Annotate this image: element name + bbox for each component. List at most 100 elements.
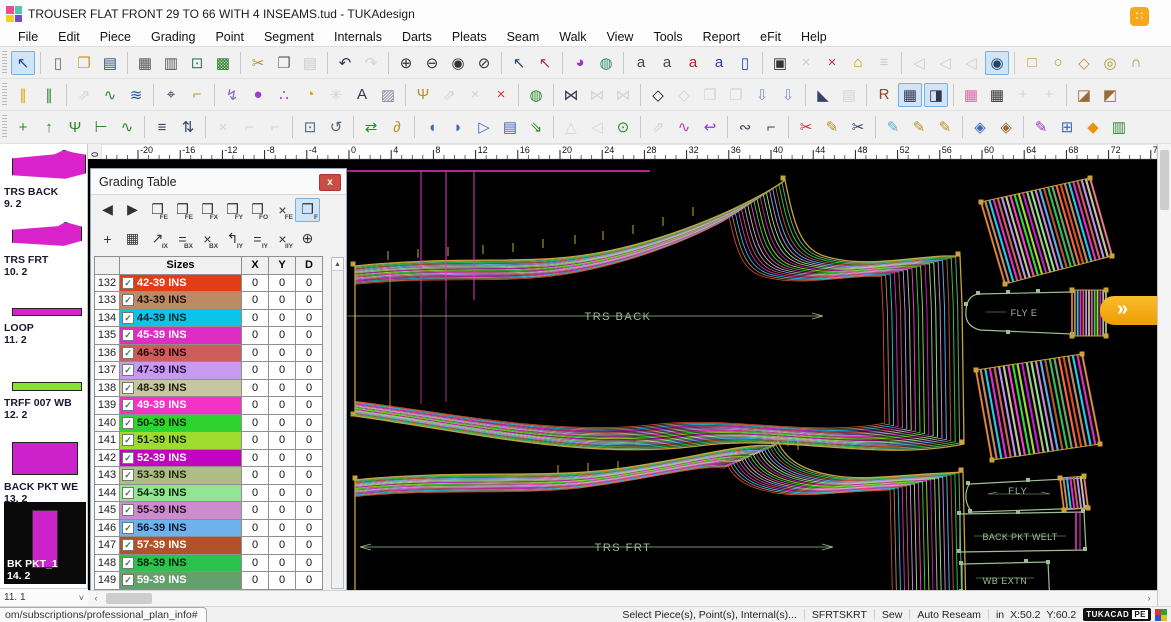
grading-row-148[interactable]: 148✓58-39 INS000 <box>95 554 323 572</box>
menu-walk[interactable]: Walk <box>549 30 596 44</box>
grade-d[interactable]: 0 <box>296 432 323 450</box>
grade-rule-icon[interactable]: R <box>872 83 896 107</box>
piece-thumbnail[interactable] <box>12 382 82 391</box>
grade-x[interactable]: 0 <box>242 327 269 345</box>
point-props-icon[interactable]: ≡ <box>150 115 174 139</box>
grading-row-144[interactable]: 144✓54-39 INS000 <box>95 484 323 502</box>
kite-black-icon[interactable]: ◇ <box>646 83 670 107</box>
size-checkbox[interactable]: ✓ <box>122 539 134 551</box>
piece-3d-icon[interactable]: ◍ <box>594 51 618 75</box>
grading-row-135[interactable]: 135✓45-39 INS000 <box>95 327 323 345</box>
grading-row-133[interactable]: 133✓43-39 INS000 <box>95 292 323 310</box>
move-point-xy-icon[interactable]: + <box>95 227 120 251</box>
scroll-left-icon[interactable]: ‹ <box>88 591 104 606</box>
size-checkbox[interactable]: ✓ <box>122 504 134 516</box>
grade-d[interactable]: 0 <box>296 467 323 485</box>
cut-icon[interactable]: ✂ <box>246 51 270 75</box>
grading-row-134[interactable]: 134✓44-39 INS000 <box>95 309 323 327</box>
row-number[interactable]: 133 <box>95 292 120 310</box>
row-number[interactable]: 135 <box>95 327 120 345</box>
grade-d[interactable]: 0 <box>296 379 323 397</box>
vertical-scrollbar[interactable] <box>1157 144 1171 606</box>
smooth-curve-icon[interactable]: ∿ <box>115 115 139 139</box>
grade-y[interactable]: 0 <box>269 484 296 502</box>
grading-row-137[interactable]: 137✓47-39 INS000 <box>95 362 323 380</box>
zoom-out-icon[interactable]: ⊖ <box>420 51 444 75</box>
shape-pentagon-icon[interactable]: ◇ <box>1072 51 1096 75</box>
sew-machine-icon[interactable]: ▣ <box>768 51 792 75</box>
grade-x[interactable]: 0 <box>242 537 269 555</box>
size-cell[interactable]: ✓43-39 INS <box>120 292 242 310</box>
grade-d[interactable]: 0 <box>296 362 323 380</box>
grade-d[interactable]: 0 <box>296 572 323 590</box>
paste-nest-icon[interactable]: ❐F <box>295 198 320 222</box>
cut-segment-icon[interactable]: ✂ <box>794 115 818 139</box>
cross-red-icon[interactable]: × <box>489 83 513 107</box>
brush-tool-icon[interactable]: ✎ <box>881 115 905 139</box>
size-checkbox[interactable]: ✓ <box>122 522 134 534</box>
piece-thumbnail[interactable] <box>12 308 82 316</box>
size-cell[interactable]: ✓52-39 INS <box>120 449 242 467</box>
size-checkbox[interactable]: ✓ <box>122 329 134 341</box>
grade-d[interactable]: 0 <box>296 397 323 415</box>
size-checkbox[interactable]: ✓ <box>122 417 134 429</box>
zigzag-icon[interactable]: ≋ <box>124 83 148 107</box>
flip-fold-icon[interactable]: ◣ <box>811 83 835 107</box>
branch-yellow-icon[interactable]: Ψ <box>411 83 435 107</box>
size-cell[interactable]: ✓44-39 INS <box>120 309 242 327</box>
seam-left-icon[interactable]: ◖ <box>420 115 444 139</box>
clear-rule-icon[interactable]: ×FE <box>270 198 295 222</box>
grade-stack-icon[interactable]: ∥ <box>11 83 35 107</box>
size-checkbox[interactable]: ✓ <box>122 364 134 376</box>
menu-seam[interactable]: Seam <box>497 30 550 44</box>
zoom-window-icon[interactable]: ◉ <box>446 51 470 75</box>
stack-brown-1-icon[interactable]: ◪ <box>1072 83 1096 107</box>
measure-box-icon[interactable]: a <box>707 51 731 75</box>
piece-thumbnail-selected[interactable]: BK PKT_114. 2 <box>4 502 86 584</box>
shape-arch-icon[interactable]: ∩ <box>1124 51 1148 75</box>
grow-y-icon[interactable]: ↰IY <box>220 227 245 251</box>
size-cell[interactable]: ✓47-39 INS <box>120 362 242 380</box>
measure-a1-icon[interactable]: a <box>629 51 653 75</box>
grade-d[interactable]: 0 <box>296 274 323 292</box>
zoom-in-icon[interactable]: ⊕ <box>394 51 418 75</box>
size-checkbox[interactable]: ✓ <box>122 277 134 289</box>
grading-row-147[interactable]: 147✓57-39 INS000 <box>95 537 323 555</box>
menu-internals[interactable]: Internals <box>324 30 392 44</box>
grade-x[interactable]: 0 <box>242 344 269 362</box>
copy-rule-icon[interactable]: ❐FE <box>145 198 170 222</box>
cut-notch-icon[interactable]: ✂ <box>846 115 870 139</box>
walk-shoes-icon[interactable]: ∾ <box>733 115 757 139</box>
status-reseam-mode[interactable]: Auto Reseam <box>917 609 981 621</box>
menu-piece[interactable]: Piece <box>90 30 141 44</box>
grade-d[interactable]: 0 <box>296 292 323 310</box>
grading-row-143[interactable]: 143✓53-39 INS000 <box>95 467 323 485</box>
grade-y[interactable]: 0 <box>269 554 296 572</box>
size-checkbox[interactable]: ✓ <box>122 574 134 586</box>
grade-stack-all-icon[interactable]: ∥ <box>37 83 61 107</box>
grade-x[interactable]: 0 <box>242 449 269 467</box>
grading-row-146[interactable]: 146✓56-39 INS000 <box>95 519 323 537</box>
toolbar-drag-handle[interactable] <box>2 115 7 139</box>
measure-a2-icon[interactable]: a <box>655 51 679 75</box>
grade-y[interactable]: 0 <box>269 432 296 450</box>
row-number[interactable]: 142 <box>95 449 120 467</box>
row-number[interactable]: 132 <box>95 274 120 292</box>
select-zoom-icon[interactable]: ⌖ <box>159 83 183 107</box>
size-checkbox[interactable]: ✓ <box>122 434 134 446</box>
grade-move-toggle-icon[interactable]: ◨ <box>924 83 948 107</box>
size-cell[interactable]: ✓59-39 INS <box>120 572 242 590</box>
grade-x[interactable]: 0 <box>242 362 269 380</box>
dart-down-2-icon[interactable]: ⇩ <box>776 83 800 107</box>
menu-help[interactable]: Help <box>791 30 837 44</box>
shape-spiral-icon[interactable]: ◎ <box>1098 51 1122 75</box>
compass-icon[interactable]: ⊙ <box>611 115 635 139</box>
size-checkbox[interactable]: ✓ <box>122 399 134 411</box>
menu-tools[interactable]: Tools <box>643 30 692 44</box>
insert-point-icon[interactable]: ⊢ <box>89 115 113 139</box>
sidebar-piece-trs-frt[interactable]: TRS FRT10. 2 <box>4 222 86 278</box>
grade-d[interactable]: 0 <box>296 537 323 555</box>
grading-row-132[interactable]: 132✓42-39 INS000 <box>95 274 323 292</box>
corner-point-icon[interactable]: ⌐ <box>185 83 209 107</box>
seam-right-icon[interactable]: ◗ <box>446 115 470 139</box>
